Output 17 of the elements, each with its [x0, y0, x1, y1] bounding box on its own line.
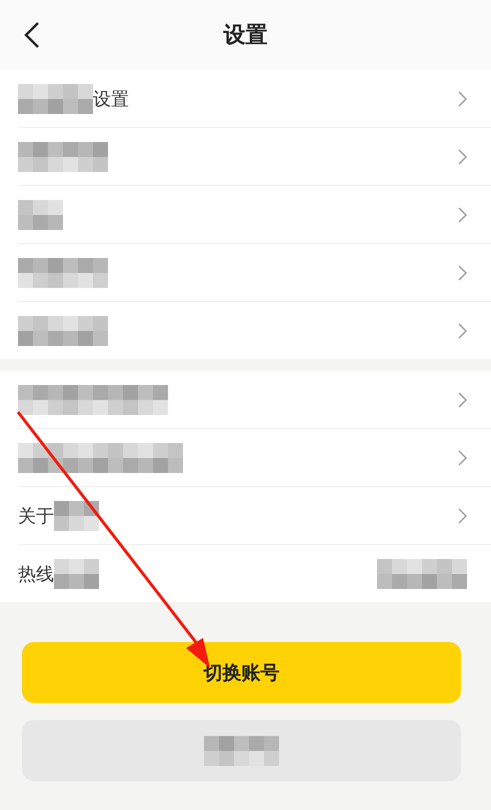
pixelated-text — [18, 200, 63, 230]
chevron-right-icon — [458, 450, 467, 466]
chevron-right-icon — [458, 90, 467, 106]
chevron-right-icon — [458, 264, 467, 280]
chevron-right-icon — [458, 322, 467, 338]
page-title: 设置 — [224, 22, 268, 50]
chevron-right-icon — [458, 206, 467, 222]
row-label: 热线 — [18, 562, 54, 586]
pixelated-text — [54, 500, 99, 530]
switch-account-button[interactable]: 切换账号 — [22, 642, 461, 703]
row-label: 设置 — [93, 88, 129, 110]
chevron-right-icon — [458, 392, 467, 408]
chevron-right-icon — [458, 508, 467, 524]
pixelated-text — [54, 558, 99, 588]
row-label: 关于 — [18, 504, 54, 528]
back-icon[interactable] — [24, 22, 40, 48]
chevron-right-icon — [458, 148, 467, 164]
